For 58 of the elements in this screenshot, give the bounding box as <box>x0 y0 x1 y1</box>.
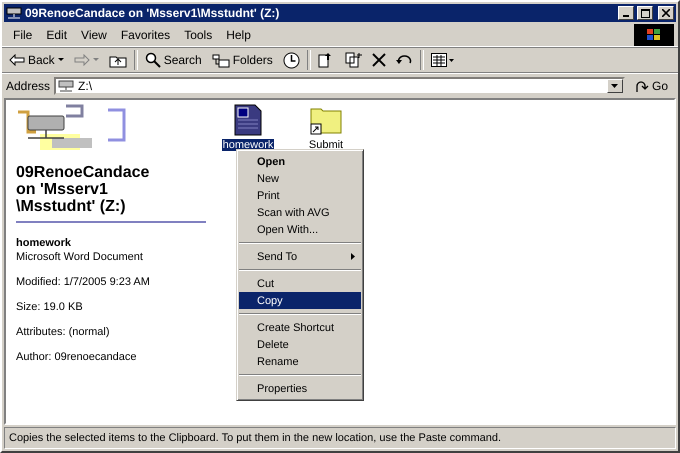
search-icon <box>144 52 161 68</box>
context-menu-item[interactable]: Scan with AVG <box>239 204 361 221</box>
context-menu-item[interactable]: Open With... <box>239 221 361 238</box>
context-menu-item[interactable]: Rename <box>239 353 361 370</box>
dropdown-caret-icon <box>92 58 99 62</box>
dropdown-button[interactable] <box>606 79 623 93</box>
undo-icon <box>396 54 413 66</box>
minimize-button[interactable] <box>618 6 634 20</box>
folders-button[interactable]: Folders <box>208 52 276 68</box>
address-label: Address <box>6 79 50 93</box>
forward-arrow-icon <box>74 54 90 66</box>
context-menu-item[interactable]: Print <box>239 187 361 204</box>
go-button[interactable]: Go <box>628 79 674 93</box>
views-grid-icon <box>430 53 455 67</box>
context-menu-item[interactable]: Cut <box>239 275 361 292</box>
back-button[interactable]: Back <box>6 52 67 68</box>
context-menu-item[interactable]: Copy <box>239 292 361 309</box>
maximize-icon <box>640 8 650 18</box>
back-arrow-icon <box>9 54 25 66</box>
menu-item[interactable]: Edit <box>39 28 74 42</box>
maximize-button[interactable] <box>637 6 653 20</box>
icon-caption[interactable]: Submit <box>308 139 344 151</box>
close-button[interactable] <box>658 6 674 20</box>
dropdown-caret-icon <box>58 58 64 62</box>
go-arrow-icon <box>634 79 649 93</box>
dropdown-caret-icon <box>611 84 618 88</box>
window-title: 09RenoeCandace on 'Msserv1\Msstudnt' (Z:) <box>25 6 280 20</box>
document-icon <box>232 104 264 136</box>
menu-item[interactable]: Favorites <box>114 28 178 42</box>
file-detail: Modified: 1/7/2005 9:23 AM <box>16 276 151 288</box>
search-button[interactable]: Search <box>142 51 205 69</box>
file-name: homework <box>16 237 72 249</box>
close-icon <box>662 9 670 17</box>
network-drive-icon <box>6 6 22 20</box>
menu-item[interactable]: Help <box>219 28 258 42</box>
folders-icon <box>212 52 230 68</box>
file-detail: Attributes: (normal) <box>16 326 111 338</box>
menu-item[interactable]: Tools <box>177 28 220 42</box>
context-menu-item[interactable]: Open <box>239 153 361 170</box>
context-menu-item[interactable]: Create Shortcut <box>239 319 361 336</box>
drive-heading: 09RenoeCandace on 'Msserv1 \Msstudnt' (Z:) <box>16 160 206 223</box>
context-menu-item[interactable]: Properties <box>239 380 361 397</box>
history-clock-icon <box>282 52 300 68</box>
windows-logo-icon <box>634 24 674 46</box>
context-menu-item[interactable]: New <box>239 170 361 187</box>
submenu-arrow-icon <box>351 253 355 260</box>
context-menu-item[interactable]: Send To <box>239 248 361 265</box>
file-type: Microsoft Word Document <box>16 251 144 263</box>
network-drive-icon <box>58 79 74 93</box>
address-field[interactable]: Z:\ <box>54 77 625 95</box>
menu-item[interactable]: View <box>74 28 114 42</box>
copy-to-icon <box>344 52 362 68</box>
file-detail: Size: 19.0 KB <box>16 301 84 313</box>
file-detail: Author: 09renoecandace <box>16 351 138 363</box>
delete-x-icon <box>372 53 386 67</box>
status-text: Copies the selected items to the Clipboard. To put them in the new location, use the Paste command. <box>9 432 502 444</box>
context-menu-item[interactable]: Delete <box>239 336 361 353</box>
menu-item[interactable]: File <box>6 28 40 42</box>
